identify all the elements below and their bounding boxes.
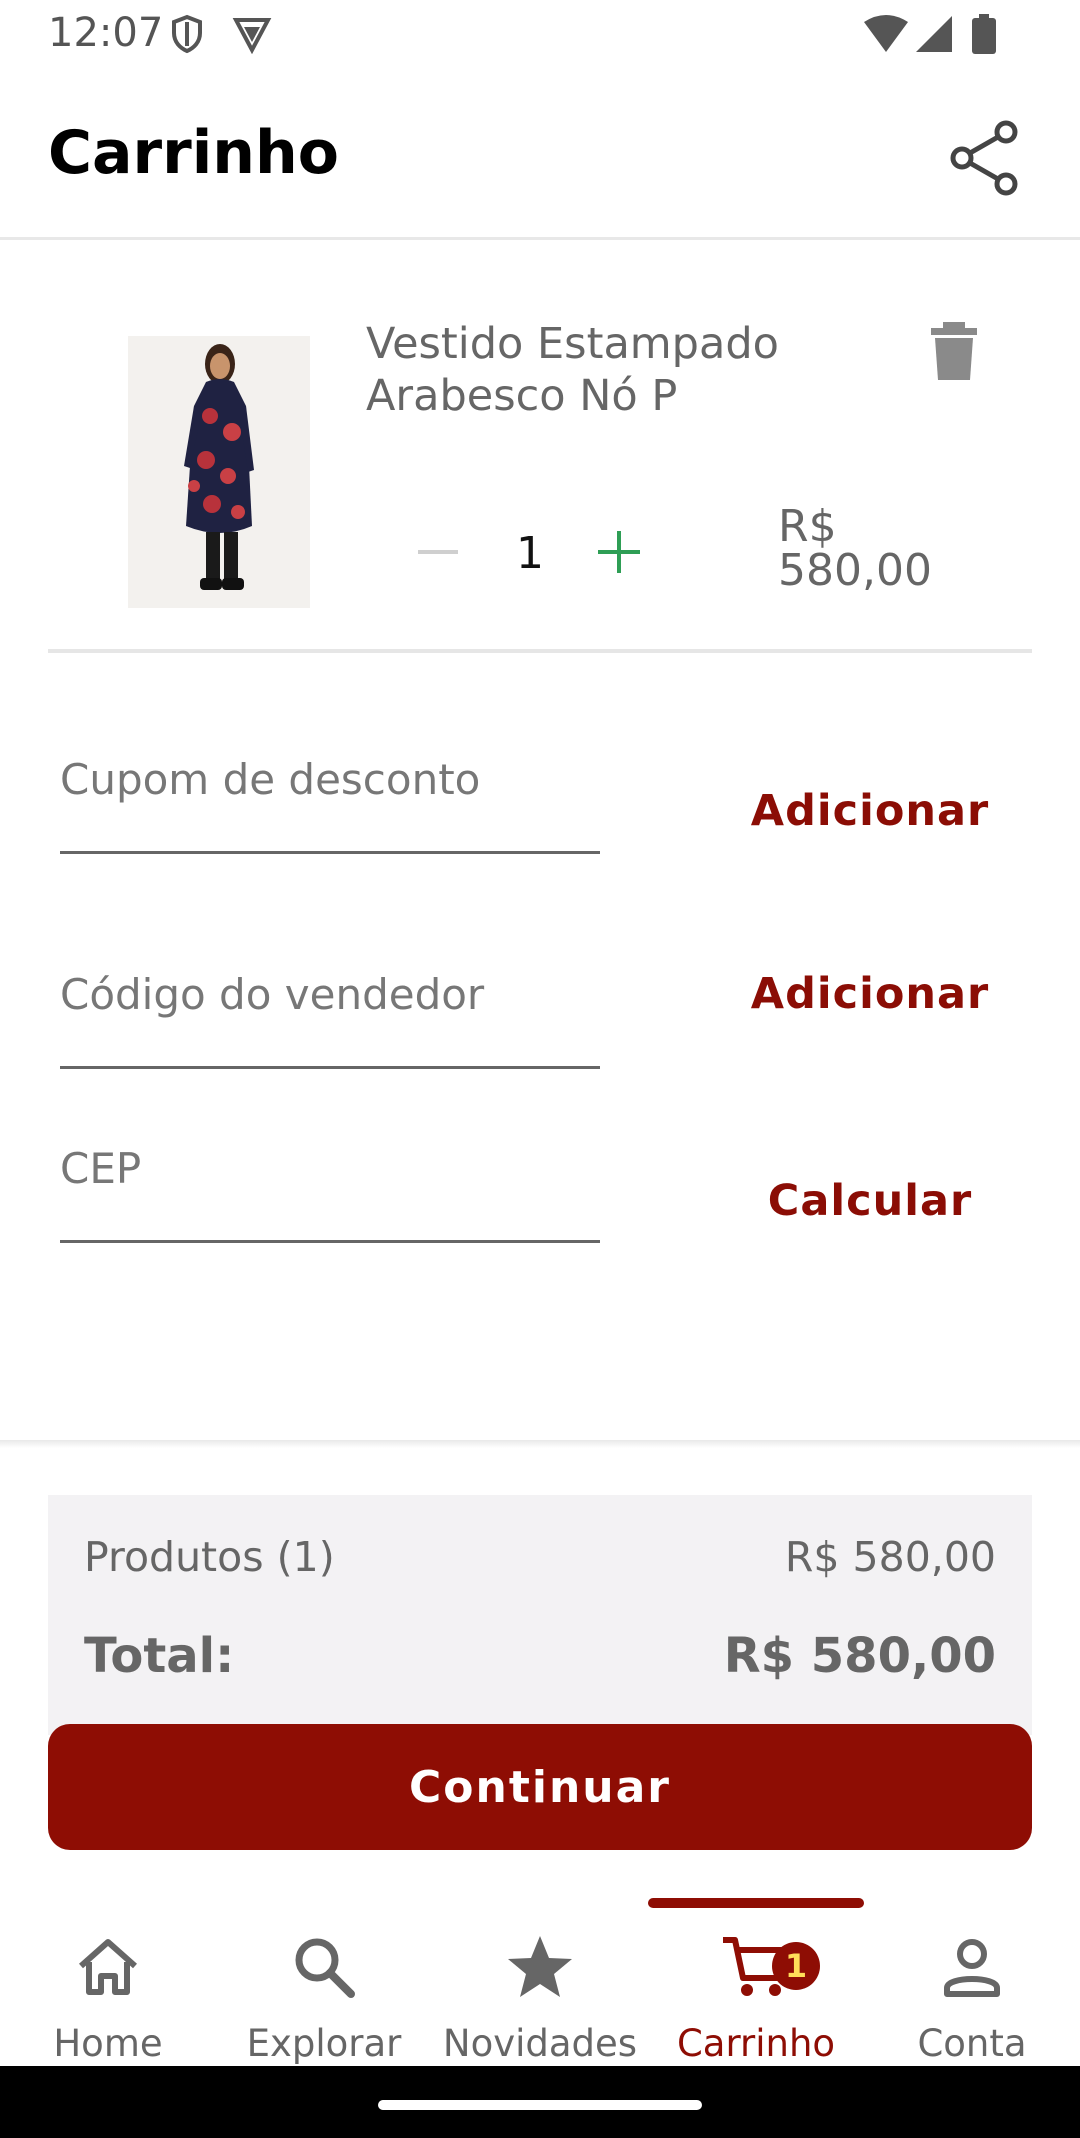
nav-item-carrinho[interactable]: 1 Carrinho	[648, 1920, 864, 2070]
dress-photo	[128, 336, 310, 608]
summary-shadow	[0, 1440, 1080, 1448]
nav-item-explorar[interactable]: Explorar	[216, 1920, 432, 2070]
share-icon	[950, 120, 1018, 196]
minus-icon	[418, 550, 458, 554]
appbar-divider	[0, 237, 1080, 240]
status-bar: 12:07	[0, 0, 1080, 70]
item-price-currency: R$	[778, 501, 837, 552]
signal-icon	[916, 16, 952, 52]
order-summary	[48, 1495, 1032, 1735]
seller-code-underline	[60, 1066, 600, 1069]
item-price-value: 580,00	[778, 545, 932, 596]
continue-button[interactable]: Continuar	[48, 1724, 1032, 1850]
trash-icon	[931, 322, 977, 380]
coupon-underline	[60, 851, 600, 854]
quantity-value: 1	[516, 528, 544, 579]
nav-item-conta[interactable]: Conta	[864, 1920, 1080, 2070]
product-image[interactable]	[128, 336, 310, 608]
star-icon	[508, 1936, 572, 1997]
item-divider	[48, 649, 1032, 653]
cep-placeholder: CEP	[60, 1144, 142, 1193]
share-button[interactable]	[946, 118, 1026, 198]
search-icon	[295, 1938, 355, 1998]
quantity-decrease-button[interactable]	[412, 522, 466, 582]
status-time: 12:07	[48, 10, 164, 56]
nav-label-conta: Conta	[917, 2022, 1027, 2065]
cart-badge: 1	[772, 1942, 820, 1990]
person-icon	[944, 1939, 1000, 1997]
cep-underline	[60, 1240, 600, 1243]
shield-icon	[172, 14, 202, 54]
total-label: Total:	[84, 1628, 235, 1684]
coupon-placeholder: Cupom de desconto	[60, 755, 481, 804]
nav-active-indicator	[648, 1898, 864, 1908]
home-icon	[79, 1939, 137, 1995]
products-label: Produtos (1)	[84, 1533, 335, 1581]
item-price: R$ 580,00	[778, 505, 978, 593]
seller-code-add-button[interactable]: Adicionar	[745, 969, 995, 1019]
home-gesture-handle[interactable]	[378, 2100, 702, 2110]
seller-code-placeholder: Código do vendedor	[60, 970, 485, 1019]
quantity-increase-button[interactable]	[590, 522, 650, 582]
product-name[interactable]: Vestido Estampado Arabesco Nó P	[366, 318, 906, 422]
plus-icon	[598, 531, 640, 573]
vpn-icon	[232, 18, 272, 54]
nav-label-novidades: Novidades	[442, 2022, 638, 2065]
page-title: Carrinho	[48, 118, 339, 188]
total-value: R$ 580,00	[723, 1628, 996, 1684]
nav-label-explorar: Explorar	[246, 2022, 402, 2065]
battery-icon	[972, 14, 996, 54]
cep-calculate-button[interactable]: Calcular	[745, 1176, 995, 1226]
nav-item-home[interactable]: Home	[0, 1920, 216, 2070]
products-value: R$ 580,00	[784, 1533, 996, 1581]
wifi-icon	[864, 15, 908, 52]
seller-code-field[interactable]: Código do vendedor	[60, 970, 600, 1070]
coupon-add-button[interactable]: Adicionar	[745, 786, 995, 836]
remove-item-button[interactable]	[925, 320, 983, 382]
nav-label-home: Home	[53, 2022, 163, 2065]
coupon-field[interactable]: Cupom de desconto	[60, 755, 600, 855]
cep-field[interactable]: CEP	[60, 1144, 600, 1244]
nav-label-carrinho: Carrinho	[676, 2022, 836, 2065]
nav-item-novidades[interactable]: Novidades	[432, 1920, 648, 2070]
